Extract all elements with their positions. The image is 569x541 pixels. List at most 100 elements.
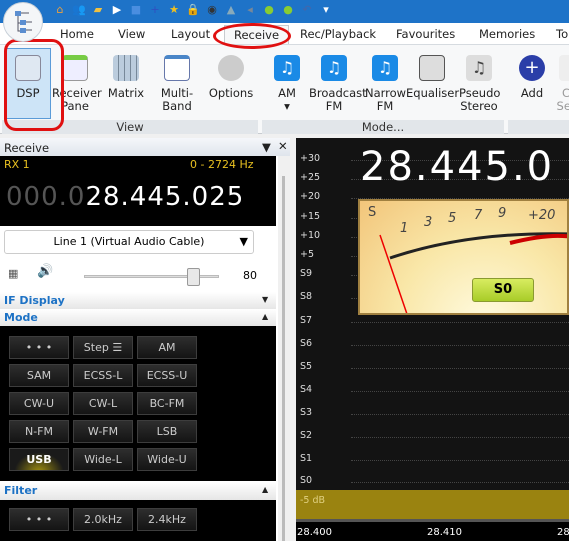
narrow-fm-button[interactable]: ♫ Narrow FM: [364, 49, 406, 113]
if-display-section[interactable]: IF Display ▼: [0, 292, 276, 309]
spectrum-display: +30 +25 +20 +15 +10 +5 S9 S8 S7 S6 S5 S4 S3 S2 S1 S0 -5…: [296, 138, 569, 541]
lock-icon[interactable]: 🔒: [186, 3, 200, 17]
axis-label: 28.410: [427, 527, 462, 538]
pane-scrollbar[interactable]: [278, 156, 290, 541]
mode-button[interactable]: AM: [137, 336, 197, 359]
mode-button[interactable]: CW-U: [9, 392, 69, 415]
music-note-icon: ♫: [274, 55, 300, 81]
rx-display: RX 1 0 - 2724 Hz 000.028.445.025: [0, 156, 276, 226]
cone-icon[interactable]: ▲: [224, 3, 238, 17]
mode-button[interactable]: Step ☰: [73, 336, 133, 359]
mode-button[interactable]: Wide-U: [137, 448, 197, 471]
grid-line: [351, 345, 569, 346]
green-dot-icon[interactable]: ●: [262, 3, 276, 17]
collapse-icon: ▲: [262, 485, 269, 494]
meter-tick: +20: [528, 208, 556, 223]
tab-to[interactable]: To: [556, 27, 568, 41]
label: Set: [556, 99, 569, 113]
speaker-icon[interactable]: 🔊: [37, 264, 53, 279]
add-icon[interactable]: +: [148, 3, 162, 17]
group-label-partial: [508, 120, 569, 134]
filter-section[interactable]: Filter ▲: [0, 482, 276, 500]
volume-slider[interactable]: [84, 268, 219, 286]
equaliser-button[interactable]: Equaliser: [406, 49, 460, 100]
label: C: [561, 86, 569, 100]
audio-device-select[interactable]: Line 1 (Virtual Audio Cable) ▼: [4, 230, 254, 254]
star-icon[interactable]: ★: [167, 3, 181, 17]
filter-button[interactable]: • • •: [9, 508, 69, 531]
volume-slider-thumb[interactable]: [187, 268, 200, 286]
pseudo-stereo-button[interactable]: ♫ Pseudo Stereo: [458, 49, 500, 113]
group-label-mode: Mode...: [262, 120, 504, 134]
grid-line: [351, 368, 569, 369]
mode-button[interactable]: SAM: [9, 364, 69, 387]
speaker-icon[interactable]: ◂: [243, 3, 257, 17]
mode-button[interactable]: LSB: [137, 420, 197, 443]
broadcast-fm-button[interactable]: ♫ Broadcast FM: [306, 49, 367, 113]
options-button[interactable]: Options: [208, 49, 254, 100]
mode-button[interactable]: CW-L: [73, 392, 133, 415]
folder-icon[interactable]: ▰: [91, 3, 105, 17]
annotation-circle-dsp: [4, 39, 64, 131]
frequency-readout[interactable]: 000.028.445.025: [6, 182, 244, 212]
users-icon[interactable]: 👥: [72, 3, 86, 17]
home-icon[interactable]: ⌂: [53, 3, 67, 17]
scrollbar-track[interactable]: [282, 176, 285, 541]
label: Broadcast FM: [309, 86, 367, 113]
partial-button[interactable]: CSet: [556, 49, 569, 113]
mode-button[interactable]: ECSS-U: [137, 364, 197, 387]
tab-favourites[interactable]: Favourites: [396, 27, 455, 41]
large-frequency-readout: 28.445.0: [360, 144, 555, 190]
mode-button[interactable]: Wide-L: [73, 448, 133, 471]
mode-button[interactable]: N-FM: [9, 420, 69, 443]
mode-section[interactable]: Mode ▲: [0, 309, 276, 326]
music-note-icon: ♫: [372, 55, 398, 81]
add-button[interactable]: + Add: [515, 49, 549, 100]
close-icon[interactable]: ✕: [278, 139, 288, 153]
green-dot-icon[interactable]: ●: [281, 3, 295, 17]
mode-button[interactable]: W-FM: [73, 420, 133, 443]
pane-menu-icon[interactable]: ▼: [262, 140, 271, 154]
scale-label: +20: [300, 191, 321, 202]
multi-band-button[interactable]: Multi-Band: [148, 49, 206, 113]
mode-button[interactable]: • • •: [9, 336, 69, 359]
undo-icon[interactable]: ↶: [300, 3, 314, 17]
play-icon[interactable]: ▶: [110, 3, 124, 17]
stop-icon[interactable]: ■: [129, 3, 143, 17]
label: AM: [278, 86, 296, 100]
equaliser-icon: [419, 55, 445, 81]
scale-label: S4: [300, 384, 313, 395]
mode-button[interactable]: USB: [9, 448, 69, 471]
scale-label: S6: [300, 338, 313, 349]
matrix-button[interactable]: Matrix: [104, 49, 148, 100]
app-menu-button[interactable]: [3, 2, 43, 42]
tab-rec-playback[interactable]: Rec/Playback: [300, 27, 376, 41]
add-icon: +: [519, 55, 545, 81]
mode-button[interactable]: ECSS-L: [73, 364, 133, 387]
volume-value: 80: [243, 269, 257, 282]
camera-icon[interactable]: ◉: [205, 3, 219, 17]
dropdown-icon[interactable]: ▾: [319, 3, 333, 17]
gear-icon: [218, 55, 244, 81]
bandwidth-range: 0 - 2724 Hz: [190, 158, 254, 171]
scale-label: S2: [300, 430, 313, 441]
grid-line: [351, 414, 569, 415]
rx-label: RX 1: [4, 158, 30, 171]
label: Equaliser: [406, 86, 460, 100]
meter-tick: 3: [424, 215, 433, 230]
scale-label: S1: [300, 453, 313, 464]
mode-button[interactable]: BC-FM: [137, 392, 197, 415]
levels-icon[interactable]: ▦: [8, 267, 18, 280]
scale-label: S7: [300, 315, 313, 326]
noise-floor-band: [296, 490, 569, 519]
am-button[interactable]: ♫ AM ▾: [270, 49, 304, 113]
tab-view[interactable]: View: [118, 27, 145, 41]
collapse-icon: ▲: [262, 312, 269, 321]
filter-button[interactable]: 2.0kHz: [73, 508, 133, 531]
tab-layout[interactable]: Layout: [171, 27, 210, 41]
filter-button[interactable]: 2.4kHz: [137, 508, 197, 531]
tab-home[interactable]: Home: [60, 27, 94, 41]
tab-memories[interactable]: Memories: [479, 27, 535, 41]
meter-s-label: S: [368, 205, 377, 220]
audio-device-value: Line 1 (Virtual Audio Cable): [53, 235, 205, 248]
